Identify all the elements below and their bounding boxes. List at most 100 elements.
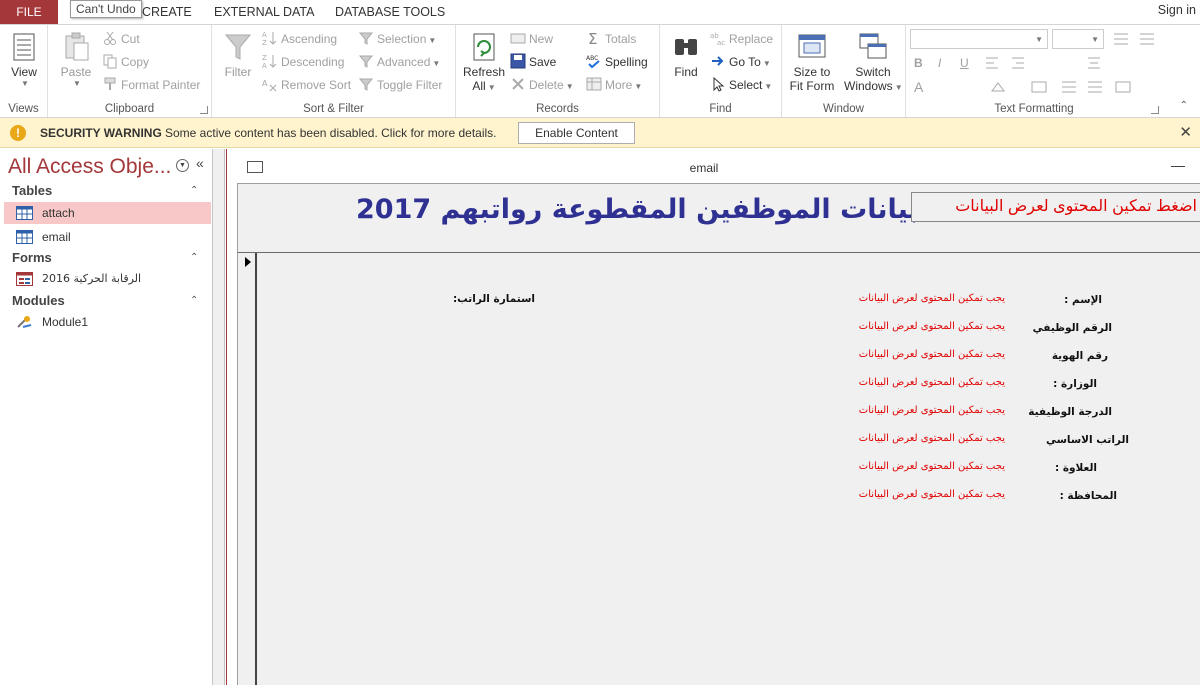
salary-form-label: استمارة الراتب: [452, 293, 535, 305]
nav-item-email[interactable]: email [4, 226, 211, 248]
enable-content-notice: اضغط تمكين المحتوى لعرض البيانات [911, 192, 1200, 222]
record-selector[interactable] [238, 253, 257, 685]
bold-button[interactable]: B [914, 53, 923, 73]
ministry-value[interactable]: يجب تمكين المحتوى لعرض البيانات [859, 377, 1005, 388]
advanced-button[interactable]: Advanced ▼ [358, 52, 440, 72]
nav-pane-title[interactable]: All Access Obje... [8, 155, 171, 179]
toggle-filter-icon [358, 76, 374, 92]
new-record-button[interactable]: New [510, 29, 553, 49]
selection-button[interactable]: Selection ▼ [358, 29, 436, 49]
views-group: View ▼ Views [0, 25, 48, 117]
governorate-value[interactable]: يجب تمكين المحتوى لعرض البيانات [859, 489, 1005, 500]
save-button[interactable]: Save [510, 52, 556, 72]
menu-bar: FILE Can't Undo CREATE EXTERNAL DATA DAT… [0, 0, 1200, 24]
nav-section-forms[interactable]: Forms [12, 250, 52, 265]
underline-button[interactable]: U [960, 53, 969, 73]
tab-create[interactable]: CREATE [142, 0, 192, 24]
toggle-filter-button[interactable]: Toggle Filter [358, 75, 442, 95]
find-group: Find ab ac Replace Go To ▼ Select ▼ Find [660, 25, 782, 117]
nav-item-form[interactable]: الرقابة الحركية 2016 [4, 268, 211, 290]
svg-text:Z: Z [262, 54, 267, 62]
format-painter-button[interactable]: Format Painter [102, 75, 200, 95]
views-group-label: Views [8, 103, 39, 115]
find-button[interactable]: Find [668, 31, 704, 79]
job-grade-value[interactable]: يجب تمكين المحتوى لعرض البيانات [859, 405, 1005, 416]
spelling-button[interactable]: ABC Spelling [586, 52, 648, 72]
close-icon[interactable]: ✕ [1179, 123, 1192, 141]
collapse-ribbon-icon[interactable]: ⌃ [1180, 100, 1188, 111]
chevron-up-icon[interactable]: ⌃ [190, 295, 198, 306]
spelling-icon: ABC [586, 53, 602, 69]
nav-item-attach[interactable]: attach [4, 202, 211, 224]
document-title-bar: email — [227, 149, 1200, 183]
form-header: قاعدة بيانات الموظفين المقطوعة رواتبهم 2… [237, 183, 1200, 253]
size-to-fit-form-button[interactable]: Size to Fit Form [786, 31, 838, 93]
list-buttons[interactable] [1110, 29, 1160, 49]
sign-in-link[interactable]: Sign in [1158, 0, 1196, 20]
tab-database-tools[interactable]: DATABASE TOOLS [335, 0, 445, 24]
minimize-icon[interactable]: — [1171, 157, 1185, 173]
refresh-icon [468, 31, 500, 63]
filter-button[interactable]: Filter [220, 31, 256, 79]
nav-section-modules[interactable]: Modules [12, 293, 65, 308]
security-warning-message[interactable]: Some active content has been disabled. C… [165, 126, 497, 140]
funnel-icon [222, 31, 254, 63]
paste-button[interactable]: Paste ▼ [56, 31, 96, 88]
select-button[interactable]: Select ▼ [710, 75, 772, 95]
totals-button[interactable]: Σ Totals [586, 29, 636, 49]
descending-button[interactable]: Z A Descending [262, 52, 344, 72]
switch-windows-button[interactable]: Switch Windows ▼ [844, 31, 903, 93]
text-formatting-group-label: Text Formatting [994, 103, 1074, 115]
file-tab[interactable]: FILE [0, 0, 58, 24]
refresh-all-button[interactable]: Refresh All ▼ [462, 31, 506, 93]
allowance-value[interactable]: يجب تمكين المحتوى لعرض البيانات [859, 461, 1005, 472]
copy-button[interactable]: Copy [102, 52, 149, 72]
svg-text:A: A [262, 31, 267, 39]
security-warning-title: SECURITY WARNING [40, 126, 162, 140]
name-label: الإسم : [1064, 294, 1102, 306]
font-name-select[interactable]: ▼ [910, 29, 1048, 49]
remove-sort-button[interactable]: A Remove Sort [262, 75, 351, 95]
employee-id-value[interactable]: يجب تمكين المحتوى لعرض البيانات [859, 321, 1005, 332]
clipboard-group: Paste ▼ Cut Copy Format Painter Clipboard [48, 25, 212, 117]
national-id-value[interactable]: يجب تمكين المحتوى لعرض البيانات [859, 349, 1005, 360]
svg-text:Σ: Σ [588, 30, 597, 46]
copy-icon [102, 53, 118, 69]
enable-content-button[interactable]: Enable Content [518, 122, 635, 144]
italic-button[interactable]: I [938, 53, 941, 73]
nav-pane-splitter[interactable] [213, 149, 225, 685]
svg-text:ac: ac [717, 39, 725, 46]
chevron-down-icon[interactable]: ▼ [176, 159, 189, 172]
view-button[interactable]: View ▼ [6, 31, 42, 88]
scissors-icon [102, 30, 118, 46]
more-grid-icon [586, 76, 602, 92]
cut-button[interactable]: Cut [102, 29, 140, 49]
cursor-icon [710, 76, 726, 92]
svg-text:A: A [262, 79, 268, 88]
nav-section-tables[interactable]: Tables [12, 183, 52, 198]
chevron-up-icon[interactable]: ⌃ [190, 252, 198, 263]
chevron-up-icon[interactable]: ⌃ [190, 185, 198, 196]
new-record-icon [510, 30, 526, 46]
national-id-label: رقم الهوية [1051, 350, 1108, 362]
font-size-select[interactable]: ▼ [1052, 29, 1104, 49]
go-to-button[interactable]: Go To ▼ [710, 52, 771, 72]
sort-ascending-icon: AZ [262, 30, 278, 46]
replace-button[interactable]: ab ac Replace [710, 29, 773, 49]
more-button[interactable]: More ▼ [586, 75, 642, 95]
format-color-buttons[interactable] [936, 79, 1156, 95]
text-formatting-launcher-icon[interactable] [1151, 106, 1159, 114]
arrow-right-icon [710, 53, 726, 69]
basic-salary-value[interactable]: يجب تمكين المحتوى لعرض البيانات [859, 433, 1005, 444]
tab-external-data[interactable]: EXTERNAL DATA [214, 0, 314, 24]
name-value[interactable]: يجب تمكين المحتوى لعرض البيانات [859, 293, 1005, 304]
alignment-buttons[interactable] [982, 55, 1162, 71]
ascending-button[interactable]: A Z Ascending [262, 29, 337, 49]
delete-button[interactable]: Delete ▼ [510, 75, 574, 95]
font-color-button[interactable]: A [914, 77, 923, 97]
collapse-pane-icon[interactable]: « [196, 155, 204, 171]
form-detail: استمارة الراتب: يجب تمكين المحتوى لعرض ا… [237, 253, 1200, 685]
clipboard-launcher-icon[interactable] [200, 106, 208, 114]
nav-item-module1[interactable]: Module1 [4, 311, 211, 333]
security-warning-bar: ! SECURITY WARNING Some active content h… [0, 118, 1200, 148]
